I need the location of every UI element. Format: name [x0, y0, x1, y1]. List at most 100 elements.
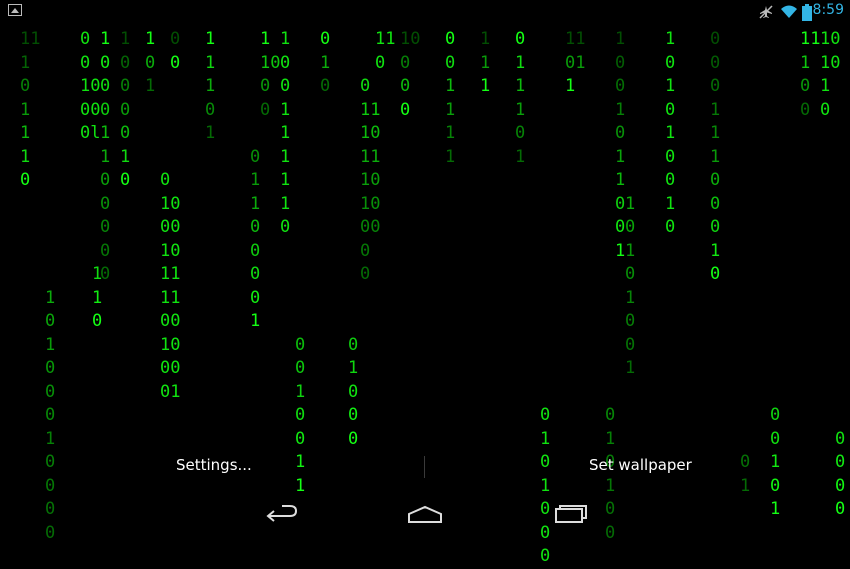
digit-glyph: 0: [615, 217, 626, 237]
digit-glyph: 1: [615, 99, 626, 120]
digit-glyph: 1: [800, 52, 811, 73]
digit-glyph: 1: [320, 52, 331, 73]
digit-glyph: [348, 75, 358, 99]
digit-glyph: 0: [445, 29, 456, 49]
digit-glyph: 1: [625, 240, 636, 261]
recents-icon: [555, 505, 587, 523]
status-clock: 8:59: [812, 2, 844, 18]
digit-column: 01: [740, 28, 750, 498]
digit-glyph: [540, 240, 550, 264]
digit-column: 0 1 1 1 0 1: [515, 28, 525, 169]
digit-glyph: 0: [710, 264, 721, 284]
digit-glyph: 1: [665, 76, 676, 96]
digit-glyph: [740, 428, 750, 452]
digit-glyph: [770, 240, 780, 264]
digit-glyph: 0: [280, 76, 291, 96]
digit-glyph: [740, 240, 750, 264]
digit-glyph: 1: [515, 52, 526, 73]
digit-glyph: [770, 99, 780, 123]
digit-glyph: [295, 310, 305, 334]
digit-glyph: 0: [800, 99, 811, 120]
digit-glyph: 1: [280, 99, 291, 120]
digit-glyph: 0: [280, 52, 291, 73]
digit-column: 0010011: [295, 28, 305, 498]
back-button[interactable]: [252, 497, 312, 527]
digit-glyph: [770, 28, 780, 52]
digit-glyph: 0: [375, 52, 386, 73]
digit-glyph: 1: [445, 123, 456, 143]
digit-glyph: 1: [92, 287, 103, 308]
digit-column: 1 1 1 0 1: [205, 28, 215, 146]
digit-glyph: [835, 28, 845, 52]
digit-glyph: 0: [295, 405, 306, 425]
digit-glyph: 0: [615, 193, 626, 214]
digit-glyph: [770, 334, 780, 358]
digit-glyph: 10: [360, 170, 381, 190]
digit-glyph: 1: [45, 334, 56, 355]
back-icon: [266, 505, 298, 522]
digit-glyph: 0: [615, 52, 626, 73]
digit-glyph: [540, 52, 550, 76]
digit-glyph: [605, 216, 615, 240]
digit-glyph: [540, 146, 550, 170]
digit-glyph: [540, 122, 550, 146]
digit-glyph: 1: [615, 170, 626, 190]
digit-glyph: 10: [160, 193, 181, 214]
home-button[interactable]: [395, 497, 455, 527]
digit-glyph: 0: [800, 76, 811, 96]
digit-glyph: 11: [565, 29, 586, 49]
digit-glyph: [835, 240, 845, 264]
digit-glyph: [605, 240, 615, 264]
digit-glyph: [625, 75, 635, 99]
digit-column: 1 10 0 0: [260, 28, 280, 122]
digit-glyph: [250, 122, 260, 146]
digit-glyph: 0: [710, 217, 721, 237]
battery-icon: [802, 4, 812, 21]
digit-column: 0 1 0: [320, 28, 330, 99]
digit-glyph: [605, 75, 615, 99]
digit-glyph: [295, 75, 305, 99]
digit-glyph: [250, 52, 260, 76]
digit-glyph: 1: [348, 358, 359, 378]
digit-glyph: [835, 99, 845, 123]
set-wallpaper-button[interactable]: Set wallpaper: [589, 456, 692, 474]
digit-glyph: [540, 99, 550, 123]
home-icon: [408, 505, 442, 523]
digit-glyph: [295, 216, 305, 240]
digit-glyph: 0: [145, 52, 156, 73]
digit-glyph: 0: [770, 405, 781, 425]
digit-glyph: 0: [295, 358, 306, 378]
digit-column: 11 1 0 1 1 1 0: [20, 28, 40, 193]
recents-button[interactable]: [538, 497, 598, 527]
digit-glyph: 1: [280, 146, 291, 167]
digit-column: 0 10 00 10 11 11 00 10 00 01: [160, 28, 180, 404]
digit-glyph: [605, 122, 615, 146]
digit-column: 0 0 1 1 1 1: [445, 28, 455, 169]
digit-glyph: 0: [348, 405, 359, 425]
digit-glyph: 0: [20, 76, 31, 96]
digit-glyph: 1: [250, 311, 261, 331]
digit-glyph: 0: [360, 76, 371, 96]
digit-glyph: 11: [800, 29, 821, 49]
digit-glyph: [605, 169, 615, 193]
digit-glyph: 1: [120, 146, 131, 167]
digit-glyph: [835, 146, 845, 170]
digit-glyph: 0: [400, 52, 411, 73]
digit-glyph: [348, 193, 358, 217]
digit-glyph: [740, 169, 750, 193]
digit-glyph: 0: [710, 29, 721, 49]
digit-glyph: 0: [120, 123, 131, 143]
digit-glyph: [250, 99, 260, 123]
settings-button[interactable]: Settings...: [176, 456, 252, 474]
digit-glyph: [770, 310, 780, 334]
digit-glyph: [770, 75, 780, 99]
digit-glyph: 1: [20, 146, 31, 167]
digit-glyph: [740, 75, 750, 99]
digit-glyph: [605, 146, 615, 170]
digit-glyph: [348, 287, 358, 311]
digit-glyph: [835, 263, 845, 287]
digit-glyph: [348, 52, 358, 76]
digit-glyph: 0: [250, 146, 261, 167]
digit-glyph: [605, 287, 615, 311]
digit-glyph: 0: [515, 29, 526, 49]
